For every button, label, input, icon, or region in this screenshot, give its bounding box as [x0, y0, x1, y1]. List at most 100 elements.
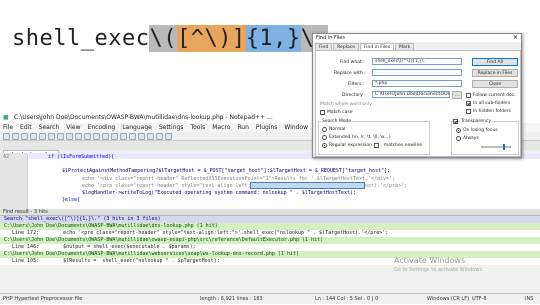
find-icon[interactable] [102, 133, 109, 140]
menu-run[interactable]: Run [237, 123, 249, 132]
follow-current-doc-label: Follow current doc. [473, 93, 516, 98]
mode-normal-label: Normal [329, 127, 346, 132]
transparency-checkbox[interactable] [453, 119, 458, 124]
find-results-search-line[interactable]: Search "shell_exec\([^\)]{1,}\." (3 hits… [0, 216, 540, 223]
find-what-input[interactable]: shell_exec\([^\)]{1,}\. [372, 58, 462, 65]
match-case-checkbox[interactable] [320, 110, 325, 115]
line-number-gutter [0, 153, 28, 209]
follow-current-doc-checkbox[interactable] [466, 93, 471, 98]
replace-in-files-button[interactable]: Replace in Files [472, 69, 518, 77]
menu-language[interactable]: Language [122, 123, 152, 132]
tab-replace[interactable]: Replace [333, 43, 360, 50]
mode-extended-label: Extended (\n, \r, \t, \0, \x...) [329, 135, 391, 140]
filters-input[interactable]: *.php [372, 80, 462, 87]
close-button[interactable]: Close [472, 80, 518, 88]
code-line: $lProtectAgainstMethodTampering?$lTarget… [62, 168, 391, 174]
menu-window[interactable]: Window [284, 123, 308, 132]
zoom-in-icon[interactable] [120, 133, 127, 140]
find-result-match[interactable]: Line 146: $output = shell_exec($executab… [0, 244, 540, 251]
window-title: C:\Users\John Doe\Documents\OWASP-BWA\mu… [14, 114, 273, 121]
print-icon[interactable] [48, 133, 55, 140]
tab-find-in-files[interactable]: Find in Files [360, 43, 395, 50]
find-in-files-dialog: Find in Files × Find Replace Find in Fil… [312, 33, 522, 158]
app-icon: ■ [3, 114, 9, 121]
macro-record-icon[interactable] [156, 133, 163, 140]
new-file-icon[interactable] [3, 133, 10, 140]
menu-search[interactable]: Search [39, 123, 60, 132]
all-subfolders-checkbox[interactable] [466, 101, 471, 106]
regex-display: shell_exec\([^\)]{1,}\. [12, 25, 329, 52]
wrap-icon[interactable] [138, 133, 145, 140]
transparency-label: Transparency [460, 119, 493, 124]
always-radio[interactable] [456, 136, 461, 141]
selection-highlight [250, 182, 365, 189]
menu-encoding[interactable]: Encoding [88, 123, 116, 132]
save-all-icon[interactable] [30, 133, 37, 140]
cut-icon[interactable] [57, 133, 64, 140]
status-eol[interactable]: Windows (CR LF) [427, 294, 469, 304]
all-subfolders-label: In all sub-folders [473, 101, 511, 106]
replace-with-input[interactable] [372, 69, 462, 76]
replace-with-label: Replace with : [334, 71, 366, 76]
close-icon[interactable]: × [513, 34, 518, 42]
filters-label: Filters : [348, 82, 365, 87]
mode-normal-radio[interactable] [322, 127, 327, 132]
menu-edit[interactable]: Edit [20, 123, 32, 132]
line-number: 42 [3, 154, 10, 160]
on-losing-focus-radio[interactable] [456, 128, 461, 133]
find-result-file[interactable]: C:\Users\John Doe\Documents\OWASP-BWA\mu… [0, 237, 540, 244]
find-result-file[interactable]: C:\Users\John Doe\Documents\OWASP-BWA\mu… [0, 223, 540, 230]
menu-view[interactable]: View [66, 123, 80, 132]
matches-newline-checkbox[interactable] [374, 143, 379, 148]
undo-icon[interactable] [84, 133, 91, 140]
transparency-slider[interactable] [481, 144, 511, 150]
find-result-match[interactable]: Line 172: echo '<pre class="report-heade… [0, 230, 540, 237]
find-all-button[interactable]: Find All [472, 58, 518, 66]
code-line: if (lIsFormSubmitted){ [48, 154, 115, 160]
directory-input[interactable]: C:\Users\John Doe\Documents\OWASP-BWA\mu… [372, 91, 450, 98]
status-language: PHP Hypertext Preprocessor file [3, 296, 83, 302]
menu-tools[interactable]: Tools [190, 123, 205, 132]
status-encoding[interactable]: UTF-8 [472, 294, 487, 304]
find-what-label: Find what : [340, 60, 365, 65]
regex-group-char-class: [^\)] [176, 25, 246, 52]
menu-plugins[interactable]: Plugins [256, 123, 278, 132]
indent-guide-icon[interactable] [147, 133, 154, 140]
directory-label: Directory : [342, 93, 366, 98]
regex-group-quantifier: {1,} [245, 25, 301, 52]
mode-regex-radio[interactable] [322, 143, 327, 148]
dialog-tabs: Find Replace Find in Files Mark [313, 43, 521, 50]
close-file-icon[interactable] [39, 133, 46, 140]
code-line: $logHandler->writeToLog("Executed operat… [82, 190, 356, 196]
browse-button[interactable]: … [452, 91, 462, 99]
status-bar: PHP Hypertext Preprocessor file length :… [0, 293, 540, 304]
activate-windows-sub: Go to Settings to activate Windows. [394, 267, 484, 273]
open-file-icon[interactable] [12, 133, 19, 140]
code-line: }else{ [62, 197, 81, 203]
code-editor[interactable]: 42 if (lIsFormSubmitted){ $lProtectAgain… [0, 153, 540, 209]
matches-newline-label: . matches newline [381, 143, 423, 148]
mode-extended-radio[interactable] [322, 135, 327, 140]
match-case-label: Match case [327, 110, 353, 115]
tab-find[interactable]: Find [315, 43, 333, 50]
replace-icon[interactable] [111, 133, 118, 140]
search-mode-label: Search Mode [321, 119, 353, 124]
save-icon[interactable] [21, 133, 28, 140]
slider-thumb[interactable] [503, 144, 505, 150]
menu-file[interactable]: File [3, 123, 13, 132]
dialog-body: Find what : shell_exec\([^\)]{1,}\. Repl… [315, 50, 521, 157]
copy-icon[interactable] [66, 133, 73, 140]
redo-icon[interactable] [93, 133, 100, 140]
zoom-out-icon[interactable] [129, 133, 136, 140]
hidden-folders-checkbox[interactable] [466, 109, 471, 114]
menu-macro[interactable]: Macro [212, 123, 230, 132]
dialog-title: Find in Files [313, 34, 521, 42]
tab-mark[interactable]: Mark [395, 43, 415, 50]
status-position: Ln : 144 Col : 5 Sel : 0 | 0 [315, 296, 379, 302]
paste-icon[interactable] [75, 133, 82, 140]
on-losing-focus-label: On losing focus [463, 128, 498, 133]
menu-settings[interactable]: Settings [159, 123, 184, 132]
macro-play-icon[interactable] [165, 133, 172, 140]
status-insert-mode: INS [525, 296, 534, 302]
find-results-header: Find result - 3 hits [0, 209, 540, 216]
